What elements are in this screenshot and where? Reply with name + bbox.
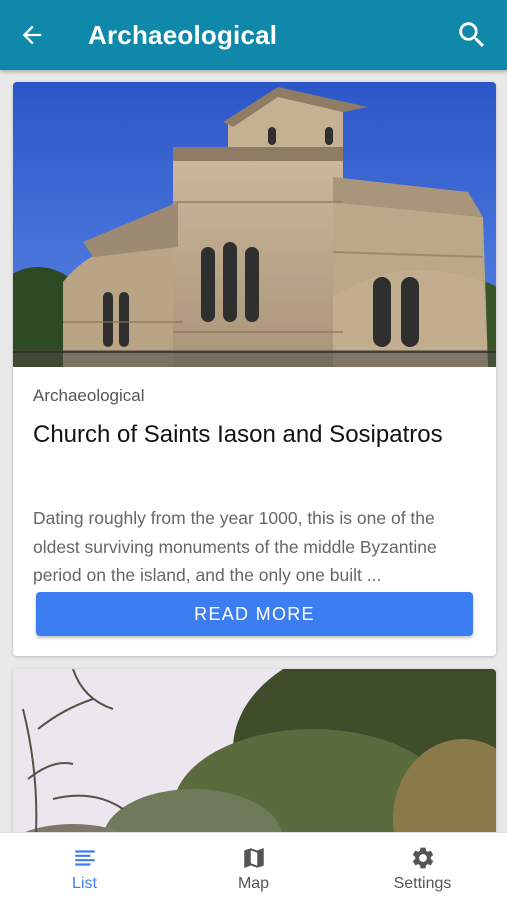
app-bar: Archaeological — [0, 0, 507, 70]
bottom-navigation: List Map Settings — [0, 832, 507, 900]
read-more-button[interactable]: READ MORE — [36, 592, 473, 636]
card-description: Dating roughly from the year 1000, this … — [33, 508, 437, 585]
page-title: Archaeological — [88, 19, 278, 50]
nav-label-map: Map — [237, 875, 270, 892]
trees-photo — [13, 669, 496, 832]
arrow-back-icon — [22, 25, 42, 45]
nav-item-map[interactable]: Map — [169, 833, 338, 900]
list-icon — [74, 850, 95, 866]
poi-card[interactable]: Archaeological Church of Saints Iason an… — [13, 82, 496, 656]
nav-label-list: List — [72, 875, 97, 892]
gear-icon — [412, 847, 433, 869]
search-icon — [459, 22, 485, 48]
nav-item-list[interactable]: List — [0, 833, 169, 900]
back-button[interactable] — [0, 0, 64, 70]
card-title: Church of Saints Iason and Sosipatros — [33, 421, 443, 448]
church-photo — [13, 82, 496, 367]
poi-list[interactable]: Archaeological Church of Saints Iason an… — [0, 70, 507, 832]
search-button[interactable] — [437, 0, 507, 70]
nav-label-settings: Settings — [393, 875, 452, 892]
map-icon — [243, 848, 264, 868]
nav-item-settings[interactable]: Settings — [338, 833, 507, 900]
card-category: Archaeological — [33, 386, 145, 405]
poi-card[interactable] — [13, 669, 496, 832]
